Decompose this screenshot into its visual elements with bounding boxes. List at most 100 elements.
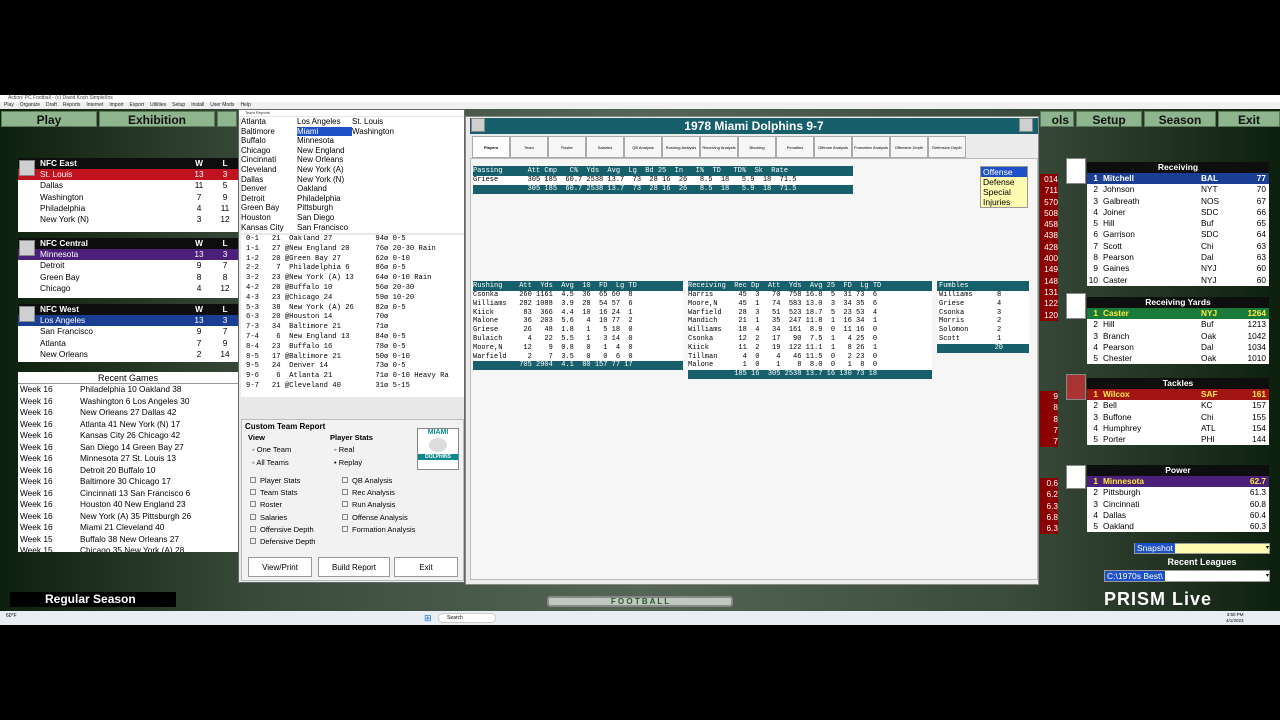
report-option-checkbox[interactable]: QB Analysis xyxy=(342,475,415,487)
schedule-row[interactable]: 9-5 24 Denver 14 73ø 0-5 xyxy=(241,362,464,372)
receiving-yards-leaders[interactable]: Receiving Yards 1 Caster NYJ 1264 2 Hill Buf 12… xyxy=(1087,297,1269,365)
tab-rushing-analysis[interactable]: Rushing Analysis xyxy=(662,136,700,158)
team-option[interactable]: St. Louis xyxy=(352,117,412,127)
season-button[interactable]: Season xyxy=(1144,111,1216,127)
leader-row[interactable]: 2 Bell KC 157 xyxy=(1087,400,1269,411)
leader-row[interactable]: 1 Mitchell BAL 77 xyxy=(1087,173,1269,185)
team-option[interactable]: Minnesota xyxy=(297,136,352,146)
leader-row[interactable]: 7 Scott Chi 63 xyxy=(1087,241,1269,252)
standings-row[interactable]: San Francisco 9 7 xyxy=(18,326,238,337)
team-list[interactable]: Atlanta Los Angeles St. Louis Baltimore Miam… xyxy=(241,117,464,233)
leader-row[interactable]: 5 Hill Buf 65 xyxy=(1087,218,1269,229)
view-print-button[interactable]: View/Print xyxy=(248,557,312,577)
schedule-list[interactable]: 0-1 21 Oakland 27 94ø 0-5 1-1 27 @New Eng… xyxy=(241,235,464,397)
recent-games-panel[interactable]: Recent Games Week 16 Philadelphia 10 Oakl… xyxy=(18,372,238,552)
leader-row[interactable]: 8 Pearson Dal 63 xyxy=(1087,252,1269,263)
standings-row[interactable]: Minnesota 13 3 xyxy=(18,249,238,261)
hidden-button[interactable] xyxy=(217,111,237,127)
tab-players[interactable]: Players xyxy=(472,136,510,158)
standings-row[interactable]: Green Bay 8 8 xyxy=(18,272,238,283)
schedule-row[interactable]: 7-4 6 New England 13 84ø 0-5 xyxy=(241,333,464,343)
weather-widget[interactable]: 60°F xyxy=(6,613,17,619)
tab-team[interactable]: Team xyxy=(510,136,548,158)
report-option-checkbox[interactable]: Run Analysis xyxy=(342,499,415,511)
side-option[interactable]: Injuries xyxy=(981,197,1027,207)
real-radio[interactable]: ◦ Real xyxy=(334,445,354,454)
standings-row[interactable]: New York (N) 3 12 xyxy=(18,214,238,225)
side-selector[interactable]: Offense Defense Special Injuries xyxy=(980,166,1028,208)
tab-offense-analysis[interactable]: Offense Analysis xyxy=(814,136,852,158)
report-option-checkbox[interactable]: Team Stats xyxy=(250,487,315,499)
team-option[interactable]: New Orleans xyxy=(297,155,352,165)
exit-app-button[interactable]: Exit xyxy=(1218,111,1280,127)
power-rankings[interactable]: Power 1 Minnesota 62.7 2 Pittsburgh 61.3 3 Cinc… xyxy=(1087,465,1269,533)
tab-blocking[interactable]: Blocking xyxy=(738,136,776,158)
menu-item-install[interactable]: Install xyxy=(191,102,204,108)
standings-row[interactable]: Atlanta 7 9 xyxy=(18,338,238,349)
team-option[interactable]: Pittsburgh xyxy=(297,203,352,213)
team-option[interactable]: Atlanta xyxy=(241,117,297,127)
team-option[interactable]: Houston xyxy=(241,213,297,223)
team-option[interactable]: Los Angeles xyxy=(297,117,352,127)
schedule-row[interactable]: 0-1 21 Oakland 27 94ø 0-5 xyxy=(241,235,464,245)
schedule-row[interactable]: 5-3 38 New York (A) 26 82ø 0-5 xyxy=(241,304,464,314)
team-option[interactable]: Philadelphia xyxy=(297,194,352,204)
leader-row[interactable]: 1 Minnesota 62.7 xyxy=(1087,476,1269,488)
report-option-checkbox[interactable]: Player Stats xyxy=(250,475,315,487)
side-option[interactable]: Offense xyxy=(981,167,1027,177)
schedule-row[interactable]: 9-6 6 Atlanta 21 71ø 0-10 Heavy Ra xyxy=(241,372,464,382)
side-option[interactable]: Defense xyxy=(981,177,1027,187)
menu-item-export[interactable]: Export xyxy=(130,102,144,108)
tools-button[interactable]: ols xyxy=(1040,111,1074,127)
team-option[interactable]: Buffalo xyxy=(241,136,297,146)
team-option[interactable]: Miami xyxy=(297,126,352,137)
tab-defensive-depth[interactable]: Defensive Depth xyxy=(928,136,966,158)
tab-formation-analysis[interactable]: Formation Analysis xyxy=(852,136,890,158)
leader-row[interactable]: 2 Johnson NYT 70 xyxy=(1087,184,1269,195)
team-option[interactable]: Detroit xyxy=(241,194,297,204)
schedule-row[interactable]: 2-2 7 Philadelphia 6 86ø 0-5 xyxy=(241,264,464,274)
leader-row[interactable]: 5 Chester Oak 1010 xyxy=(1087,353,1269,364)
side-option[interactable]: Special xyxy=(981,187,1027,197)
report-option-checkbox[interactable]: Offensive Depth xyxy=(250,524,315,536)
menu-item-organize[interactable]: Organize xyxy=(20,102,40,108)
schedule-row[interactable]: 8-5 17 @Baltimore 21 50ø 0-10 xyxy=(241,353,464,363)
team-option[interactable]: Washington xyxy=(352,127,412,137)
exit-report-button[interactable]: Exit xyxy=(394,557,458,577)
report-option-checkbox[interactable]: Formation Analysis xyxy=(342,524,415,536)
menu-item-user-mods[interactable]: User Mods xyxy=(210,102,234,108)
receiving-leaders[interactable]: Receiving 1 Mitchell BAL 77 2 Johnson NYT 70 3 Ga… xyxy=(1087,162,1269,286)
tab-offensive-depth[interactable]: Offensive Depth xyxy=(890,136,928,158)
team-option[interactable]: Chicago xyxy=(241,146,297,156)
build-report-button[interactable]: Build Report xyxy=(318,557,390,577)
setup-button[interactable]: Setup xyxy=(1076,111,1142,127)
report-option-checkbox[interactable]: Roster xyxy=(250,499,315,511)
replay-radio[interactable]: • Replay xyxy=(334,458,362,467)
snapshot-select[interactable]: Snapshot ▾ xyxy=(1134,543,1270,554)
league-select[interactable]: C:\1970s Best\ ▾ xyxy=(1104,570,1270,582)
team-option[interactable]: Green Bay xyxy=(241,203,297,213)
standings-row[interactable]: Detroit 9 7 xyxy=(18,260,238,271)
standings-row[interactable]: New Orleans 2 14 xyxy=(18,349,238,360)
leader-row[interactable]: 1 Caster NYJ 1264 xyxy=(1087,308,1269,320)
schedule-row[interactable]: 1-1 27 @New England 20 76ø 20-30 Rain xyxy=(241,245,464,255)
schedule-row[interactable]: 1-2 20 @Green Bay 27 62ø 0-10 xyxy=(241,255,464,265)
schedule-row[interactable]: 3-2 23 @New York (A) 13 64ø 0-10 Rain xyxy=(241,274,464,284)
standings-row[interactable]: Chicago 4 12 xyxy=(18,283,238,294)
schedule-row[interactable]: 6-3 20 @Houston 14 70ø xyxy=(241,313,464,323)
leader-row[interactable]: 4 Humphrey ATL 154 xyxy=(1087,423,1269,434)
one-team-radio[interactable]: ◦ One Team xyxy=(252,445,291,454)
menu-item-import[interactable]: Import xyxy=(109,102,123,108)
schedule-row[interactable]: 7-3 34 Baltimore 21 71ø xyxy=(241,323,464,333)
leader-row[interactable]: 3 Branch Oak 1042 xyxy=(1087,331,1269,342)
windows-start-icon[interactable]: ⊞ xyxy=(424,613,432,624)
tab-salaries[interactable]: Salaries xyxy=(586,136,624,158)
leader-row[interactable]: 2 Pittsburgh 61.3 xyxy=(1087,487,1269,498)
team-option[interactable]: New York (N) xyxy=(297,175,352,185)
exhibition-button[interactable]: Exhibition xyxy=(99,111,215,127)
team-option[interactable]: Denver xyxy=(241,184,297,194)
play-button[interactable]: Play xyxy=(1,111,97,127)
standings-row[interactable]: St. Louis 13 3 xyxy=(18,169,238,181)
leader-row[interactable]: 4 Pearson Dal 1034 xyxy=(1087,342,1269,353)
team-option[interactable]: Baltimore xyxy=(241,127,297,137)
